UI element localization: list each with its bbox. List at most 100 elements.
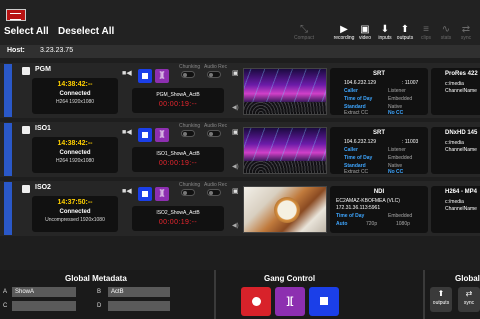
connection-status: Connected (59, 209, 91, 215)
resolution-1080p: 1080p (396, 221, 410, 227)
metadata-field-a[interactable]: ShowA (12, 287, 76, 297)
sync-button[interactable]: ⇄ sync (451, 24, 480, 44)
global-metadata-title: Global Metadata (65, 274, 127, 283)
clip-panel: ISO2_ShowA_ActB 00:00:19:-- (132, 206, 224, 231)
stop-button[interactable] (138, 187, 152, 201)
encoder-panel[interactable]: DNxHD 145 c:/media ChannelName (431, 127, 480, 174)
mark-button[interactable]: ][ (155, 69, 169, 83)
metadata-field-d[interactable] (108, 301, 170, 311)
audio-rec-toggle[interactable] (207, 71, 221, 78)
encoder-format: DNxHD 145 (445, 130, 478, 136)
global-outputs-button[interactable]: ⬆ outputs (430, 287, 452, 312)
clip-name[interactable]: ISO2_ShowA_ActB (132, 210, 224, 216)
mark-button[interactable]: ][ (155, 187, 169, 201)
speaker-icon[interactable]: ◀) (232, 222, 239, 229)
protocol-source: EC2AMAZ-KBOFMEA (VLC) (336, 198, 400, 204)
timecode-source-alt: Embedded (388, 213, 413, 219)
timecode-source-alt: Embedded (388, 96, 413, 102)
host-row: Host: 3.23.23.75 (0, 45, 480, 58)
encoder-format: H264 - MP4 (445, 189, 478, 195)
channel-row-iso2[interactable]: ISO2 14:37:50:-- Connected Uncompressed … (0, 181, 480, 236)
compact-button[interactable]: ⤡ Compact (289, 24, 319, 44)
sync-icon: ⇄ (465, 289, 473, 298)
connection-status: Connected (59, 150, 91, 156)
channel-checkbox[interactable] (22, 185, 30, 193)
gang-mark-button[interactable]: ][ (275, 287, 305, 316)
protocol-panel[interactable]: NDI EC2AMAZ-KBOFMEA (VLC) 172.31.36.113:… (330, 186, 428, 233)
mark-button[interactable]: ][ (155, 128, 169, 142)
channel-select-bar[interactable] (4, 64, 12, 117)
channel-checkbox[interactable] (22, 126, 30, 134)
clip-name[interactable]: ISO1_ShowA_ActB (132, 151, 224, 157)
channel-select-bar[interactable] (4, 182, 12, 235)
video-preview[interactable] (243, 127, 327, 174)
global-sync-button[interactable]: ⇄ sync (458, 287, 480, 312)
timecode-panel: 14:37:50:-- Connected Uncompressed 1920x… (32, 196, 118, 232)
protocol-ip: 172.31.36.113:5961 (336, 205, 381, 211)
video-preview[interactable] (243, 68, 327, 115)
protocol-ip: 104.6.232.129 (344, 139, 376, 145)
timecode-panel: 14:38:42:-- Connected H264 1920x1080 (32, 137, 118, 173)
mode-alt: Listener (388, 88, 406, 94)
protocol-name: SRT (373, 130, 385, 136)
resolution-720p: 720p (366, 221, 378, 227)
protocol-name: NDI (373, 189, 385, 195)
cc-active: No CC (388, 169, 404, 175)
monitor-icon[interactable]: ▣ (232, 187, 239, 195)
output-name: ChannelName (445, 88, 477, 94)
output-path: c:/media (445, 81, 464, 87)
speaker-icon[interactable]: ◀) (232, 163, 239, 170)
channel-checkbox[interactable] (22, 67, 30, 75)
timecode-panel: 14:38:42:-- Connected H264 1920x1080 (32, 78, 118, 114)
audio-rec-toggle[interactable] (207, 189, 221, 196)
encoder-panel[interactable]: H264 - MP4 c:/media ChannelName (431, 186, 480, 233)
channel-select-bar[interactable] (4, 123, 12, 176)
deselect-all-button[interactable]: Deselect All (58, 26, 114, 37)
protocol-port: : 11003 (402, 139, 419, 145)
monitor-icon[interactable]: ▣ (232, 128, 239, 136)
input-format: Uncompressed 1920x1080 (45, 217, 105, 223)
channel-row-iso1[interactable]: ISO1 14:38:42:-- Connected H264 1920x108… (0, 122, 480, 177)
select-all-button[interactable]: Select All (4, 26, 49, 37)
gang-stop-button[interactable] (309, 287, 339, 316)
metadata-key-a: A (3, 289, 8, 295)
chunking-toggle[interactable] (181, 189, 195, 196)
protocol-panel[interactable]: SRT 104.6.232.129 : 11007 Caller Listene… (330, 68, 428, 116)
host-value[interactable]: 3.23.23.75 (40, 47, 73, 54)
cc-active: No CC (388, 110, 404, 116)
connection-status: Connected (59, 91, 91, 97)
audio-rec-label: Audio Rec (204, 182, 228, 188)
host-label: Host: (7, 47, 25, 54)
sync-icon: ⇄ (461, 24, 471, 35)
clip-name[interactable]: PGM_ShowA_ActB (132, 92, 224, 98)
clip-panel: PGM_ShowA_ActB 00:00:19:-- (132, 88, 224, 113)
timecode: 14:38:42:-- (57, 140, 93, 147)
stop-button[interactable] (138, 128, 152, 142)
metadata-field-b[interactable]: ActB (108, 287, 170, 297)
global-title: Global (455, 274, 480, 283)
mode-active: Caller (344, 147, 358, 153)
chunking-label: Chunking (179, 64, 201, 70)
chunking-toggle[interactable] (181, 130, 195, 137)
chunking-toggle[interactable] (181, 71, 195, 78)
speaker-icon[interactable]: ◀) (232, 104, 239, 111)
timecode: 14:37:50:-- (57, 199, 93, 206)
channel-row-pgm[interactable]: PGM 14:38:42:-- Connected H264 1920x1080… (0, 63, 480, 118)
encoder-panel[interactable]: ProRes 422 c:/media ChannelName (431, 68, 480, 115)
chunking-label: Chunking (179, 123, 201, 129)
top-bar: Select All Deselect All ⤡ Compact ▶ reco… (0, 0, 480, 45)
encoder-format: ProRes 422 (445, 71, 478, 77)
video-preview[interactable] (243, 186, 327, 233)
compact-icon: ⤡ (300, 24, 308, 35)
audio-rec-toggle[interactable] (207, 130, 221, 137)
cc-alt: Extract CC (344, 110, 369, 116)
channel-name: PGM (35, 66, 51, 73)
mode-alt: Listener (388, 147, 406, 153)
stop-button[interactable] (138, 69, 152, 83)
protocol-panel[interactable]: SRT 104.6.232.129 : 11003 Caller Listene… (330, 127, 428, 175)
chunking-label: Chunking (179, 182, 201, 188)
monitor-icon[interactable]: ▣ (232, 69, 239, 77)
gang-record-button[interactable] (241, 287, 271, 316)
metadata-key-d: D (97, 303, 102, 309)
metadata-field-c[interactable] (12, 301, 76, 311)
